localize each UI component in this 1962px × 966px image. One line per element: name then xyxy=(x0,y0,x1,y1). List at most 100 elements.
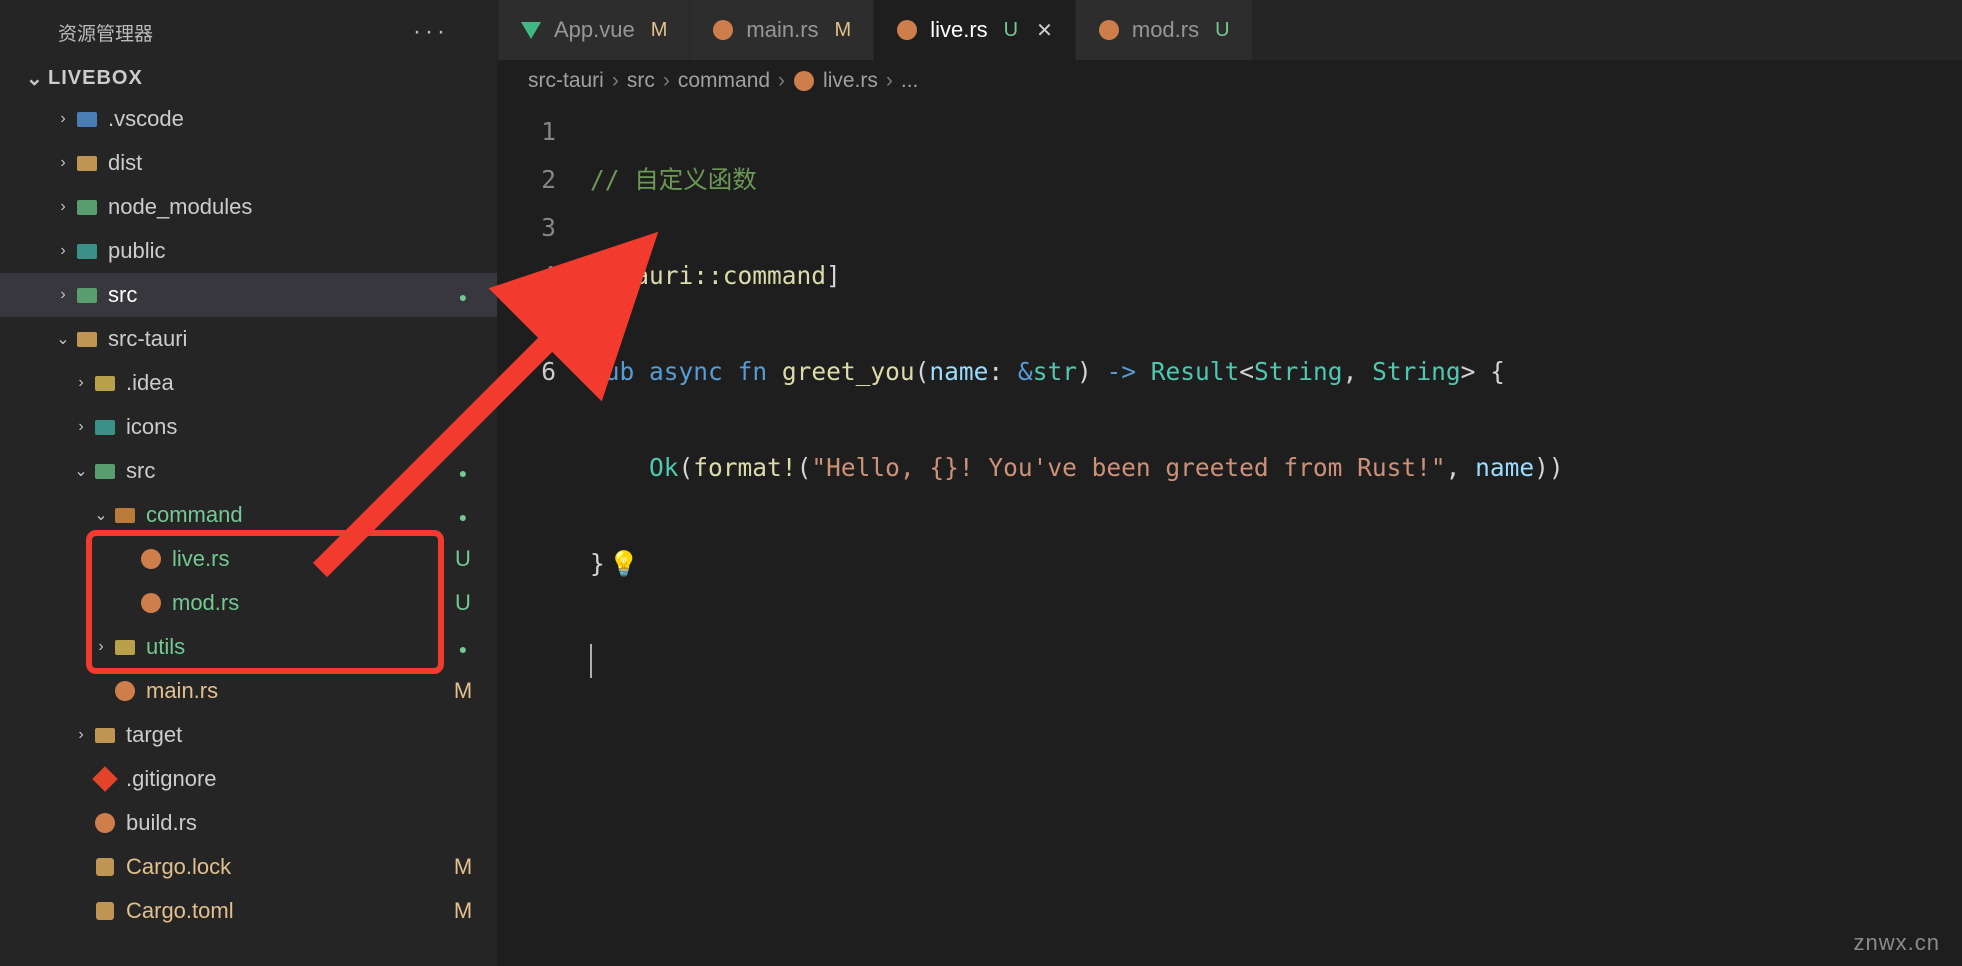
tree-item-live-rs[interactable]: live.rsU xyxy=(0,537,497,581)
breadcrumb-file[interactable]: live.rs xyxy=(823,69,878,93)
tree-item-label: main.rs xyxy=(146,678,449,704)
folder-icon xyxy=(74,326,100,352)
tree-item-src[interactable]: ›src xyxy=(0,273,497,317)
breadcrumb-part[interactable]: command xyxy=(678,69,770,93)
git-icon xyxy=(92,766,118,792)
folder-icon xyxy=(74,194,100,220)
tree-item-target[interactable]: › target xyxy=(0,713,497,757)
chevron-right-icon: › xyxy=(70,726,92,744)
folder-icon xyxy=(112,502,138,528)
tree-item-label: mod.rs xyxy=(172,590,449,616)
rust-icon xyxy=(92,810,118,836)
tree-item-label: Cargo.toml xyxy=(126,898,449,924)
tree-item-build-rs[interactable]: build.rs xyxy=(0,801,497,845)
project-root[interactable]: ⌄ LIVEBOX xyxy=(0,60,497,97)
chevron-right-icon: › xyxy=(70,374,92,392)
tab-App-vue[interactable]: App.vue M xyxy=(498,0,690,60)
breadcrumb[interactable]: src-tauri › src › command › live.rs › ..… xyxy=(498,60,1962,102)
tree-item--vscode[interactable]: ›.vscode xyxy=(0,97,497,141)
line-number: 2 xyxy=(498,156,556,204)
tree-item--idea[interactable]: › .idea xyxy=(0,361,497,405)
folder-icon xyxy=(92,414,118,440)
tree-item-label: node_modules xyxy=(108,194,449,220)
breadcrumb-part[interactable]: src xyxy=(627,69,655,93)
tree-item-label: live.rs xyxy=(172,546,449,572)
tree-item-label: build.rs xyxy=(126,810,449,836)
tree-item-icons[interactable]: › icons xyxy=(0,405,497,449)
vue-icon xyxy=(520,19,542,41)
tab-main-rs[interactable]: main.rs M xyxy=(690,0,874,60)
file-tree: ›.vscode›dist›node_modules›public›src⌄sr… xyxy=(0,97,497,966)
explorer-sidebar: 资源管理器 ··· ⌄ LIVEBOX ›.vscode›dist›node_m… xyxy=(0,0,498,966)
tab-label: main.rs xyxy=(746,17,818,43)
tab-status: M xyxy=(651,19,668,42)
git-status: M xyxy=(449,854,477,880)
tree-item-mod-rs[interactable]: mod.rsU xyxy=(0,581,497,625)
chevron-right-icon: › xyxy=(663,69,670,93)
git-status: U xyxy=(449,546,477,572)
tree-item-public[interactable]: ›public xyxy=(0,229,497,273)
git-status: M xyxy=(449,678,477,704)
tab-live-rs[interactable]: live.rsU✕ xyxy=(874,0,1076,60)
tree-item-Cargo-lock[interactable]: Cargo.lockM xyxy=(0,845,497,889)
chevron-right-icon: › xyxy=(70,418,92,436)
rust-icon xyxy=(1098,19,1120,41)
tree-item-label: Cargo.lock xyxy=(126,854,449,880)
line-number: 4 xyxy=(498,252,556,300)
rust-icon xyxy=(138,546,164,572)
tab-label: mod.rs xyxy=(1132,17,1199,43)
tree-item-label: .idea xyxy=(126,370,449,396)
cargo-icon xyxy=(92,854,118,880)
rust-icon xyxy=(793,70,815,92)
editor-area: App.vue Mmain.rs Mlive.rs U ✕ mod.rs U src-tau… xyxy=(498,0,1962,966)
tab-status: U xyxy=(1215,19,1229,42)
tree-item-command[interactable]: ⌄command xyxy=(0,493,497,537)
folder-icon xyxy=(92,370,118,396)
tree-item-label: src-tauri xyxy=(108,326,449,352)
code-content[interactable]: // 自定义函数 #[tauri::command] pub async fn … xyxy=(590,108,1962,966)
folder-icon xyxy=(74,282,100,308)
tree-item-label: src xyxy=(126,458,449,484)
chevron-right-icon: › xyxy=(778,69,785,93)
tab-status: M xyxy=(835,19,852,42)
tree-item-src[interactable]: ⌄src xyxy=(0,449,497,493)
tree-item-label: icons xyxy=(126,414,449,440)
tab-label: App.vue xyxy=(554,17,635,43)
more-icon[interactable]: ··· xyxy=(413,18,477,46)
git-status xyxy=(449,502,477,528)
rust-icon xyxy=(112,678,138,704)
tree-item-label: utils xyxy=(146,634,449,660)
breadcrumb-part[interactable]: src-tauri xyxy=(528,69,604,93)
tree-item-label: dist xyxy=(108,150,449,176)
lightbulb-icon[interactable]: 💡 xyxy=(609,540,640,588)
tab-mod-rs[interactable]: mod.rs U xyxy=(1076,0,1253,60)
tree-item-node_modules[interactable]: › node_modules xyxy=(0,185,497,229)
folder-icon xyxy=(92,722,118,748)
code-editor[interactable]: 123456 // 自定义函数 #[tauri::command] pub as… xyxy=(498,102,1962,966)
chevron-right-icon: › xyxy=(52,242,74,260)
tree-item--gitignore[interactable]: .gitignore xyxy=(0,757,497,801)
tree-item-src-tauri[interactable]: ⌄ src-tauri xyxy=(0,317,497,361)
chevron-right-icon: › xyxy=(612,69,619,93)
folder-icon xyxy=(74,106,100,132)
tree-item-Cargo-toml[interactable]: Cargo.tomlM xyxy=(0,889,497,933)
tree-item-utils[interactable]: ›utils xyxy=(0,625,497,669)
close-icon[interactable]: ✕ xyxy=(1036,18,1053,43)
code-comment: // 自定义函数 xyxy=(590,165,757,194)
chevron-down-icon: ⌄ xyxy=(52,329,74,349)
explorer-title: 资源管理器 xyxy=(58,19,153,46)
chevron-right-icon: › xyxy=(886,69,893,93)
tab-status: U xyxy=(1004,19,1018,42)
git-status: M xyxy=(449,898,477,924)
breadcrumb-tail[interactable]: ... xyxy=(901,69,919,93)
tree-item-label: target xyxy=(126,722,449,748)
tree-item-dist[interactable]: ›dist xyxy=(0,141,497,185)
git-status xyxy=(449,282,477,308)
rust-icon xyxy=(138,590,164,616)
line-number: 5 xyxy=(498,300,556,348)
chevron-right-icon: › xyxy=(52,286,74,304)
chevron-right-icon: › xyxy=(52,198,74,216)
tree-item-label: .gitignore xyxy=(126,766,449,792)
tree-item-main-rs[interactable]: main.rsM xyxy=(0,669,497,713)
git-status: U xyxy=(449,590,477,616)
